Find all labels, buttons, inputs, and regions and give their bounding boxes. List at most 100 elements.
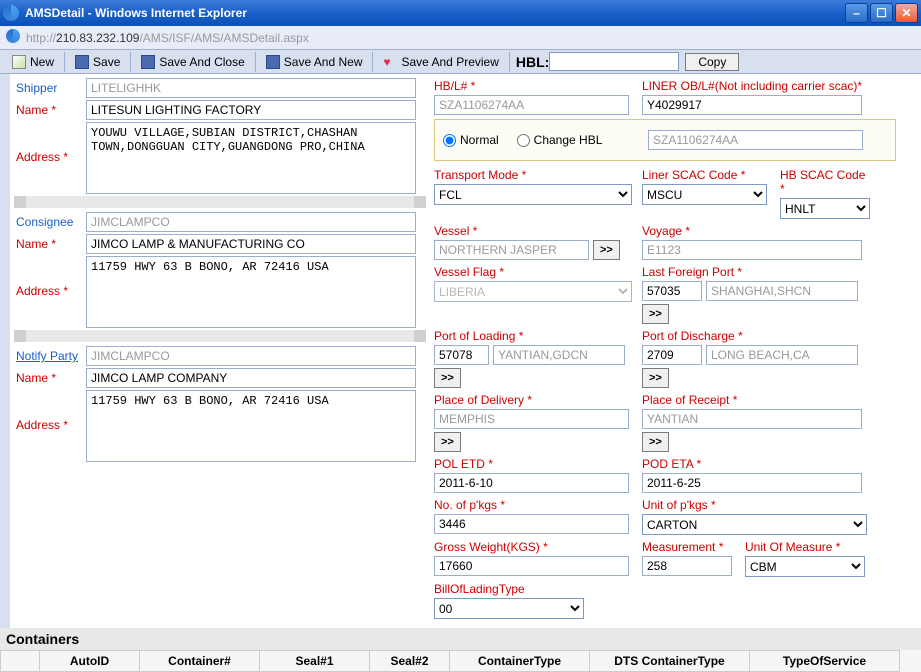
last-foreign-port-name[interactable] <box>706 281 858 301</box>
bol-type-label: BillOfLadingType <box>434 581 634 598</box>
transport-mode-select[interactable]: FCL <box>434 184 632 205</box>
hbl-change-panel: Normal Change HBL <box>434 119 896 161</box>
measurement-input[interactable] <box>642 556 732 576</box>
pod-eta-label: POD ETA * <box>642 456 896 473</box>
port-discharge-name[interactable] <box>706 345 858 365</box>
col-tos[interactable]: TypeOfService <box>750 650 900 672</box>
consignee-header: Consignee <box>14 212 86 232</box>
last-foreign-port-code[interactable] <box>642 281 702 301</box>
col-ctype[interactable]: ContainerType <box>450 650 590 672</box>
place-receipt-label: Place of Receipt * <box>642 392 896 409</box>
col-seal1[interactable]: Seal#1 <box>260 650 370 672</box>
address-bar[interactable]: http:// 210.83.232.109 /AMS/ISF/AMS/AMSD… <box>0 26 921 50</box>
save-button[interactable]: Save <box>67 53 128 71</box>
hb-scac-label: HB SCAC Code * <box>780 167 870 198</box>
last-foreign-port-label: Last Foreign Port * <box>642 264 896 281</box>
url-host: 210.83.232.109 <box>56 31 139 45</box>
vessel-go-button[interactable]: >> <box>593 240 620 260</box>
bol-type-select[interactable]: 00 <box>434 598 584 619</box>
vessel-flag-label: Vessel Flag * <box>434 264 634 281</box>
url-prefix: http:// <box>26 31 56 45</box>
save-close-icon <box>141 55 155 69</box>
voyage-input[interactable] <box>642 240 862 260</box>
liner-scac-label: Liner SCAC Code * <box>642 167 772 184</box>
containers-table-header: AutoID Container# Seal#1 Seal#2 Containe… <box>0 650 921 672</box>
liner-obl-label: LINER OB/L#(Not including carrier scac)* <box>642 78 896 95</box>
heart-icon: ♥ <box>383 55 397 69</box>
save-new-icon <box>266 55 280 69</box>
voyage-label: Voyage * <box>642 223 896 240</box>
consignee-code-input[interactable] <box>86 212 416 232</box>
place-delivery-go-button[interactable]: >> <box>434 432 461 452</box>
change-hbl-radio[interactable]: Change HBL <box>517 133 603 147</box>
port-loading-name[interactable] <box>493 345 625 365</box>
col-seal2[interactable]: Seal#2 <box>370 650 450 672</box>
pod-eta-input[interactable] <box>642 473 862 493</box>
copy-button[interactable]: Copy <box>685 53 739 71</box>
port-loading-go-button[interactable]: >> <box>434 368 461 388</box>
notify-code-input[interactable] <box>86 346 416 366</box>
shipper-code-input[interactable] <box>86 78 416 98</box>
pol-etd-label: POL ETD * <box>434 456 634 473</box>
normal-radio[interactable]: Normal <box>443 133 499 147</box>
notify-header[interactable]: Notify Party <box>14 346 86 366</box>
port-discharge-go-button[interactable]: >> <box>642 368 669 388</box>
hbl-label: HB/L# * <box>434 78 634 95</box>
ie-icon <box>3 5 19 21</box>
save-preview-button[interactable]: ♥Save And Preview <box>375 53 506 71</box>
window-titlebar: AMSDetail - Windows Internet Explorer – … <box>0 0 921 26</box>
port-loading-label: Port of Loading * <box>434 328 634 345</box>
notify-name-input[interactable] <box>86 368 416 388</box>
liner-obl-input[interactable] <box>642 95 862 115</box>
shipper-name-input[interactable] <box>86 100 416 120</box>
gross-weight-input[interactable] <box>434 556 629 576</box>
maximize-button[interactable]: ☐ <box>870 3 893 23</box>
shipper-header: Shipper <box>14 78 86 98</box>
port-loading-code[interactable] <box>434 345 489 365</box>
containers-header: Containers <box>0 628 921 650</box>
save-new-button[interactable]: Save And New <box>258 53 371 71</box>
notify-name-label: Name * <box>14 368 86 388</box>
last-foreign-port-go-button[interactable]: >> <box>642 304 669 324</box>
hbl2-input[interactable] <box>648 130 863 150</box>
col-container[interactable]: Container# <box>140 650 260 672</box>
hbl-input[interactable] <box>434 95 629 115</box>
shipper-name-label: Name * <box>14 100 86 120</box>
transport-mode-label: Transport Mode * <box>434 167 634 184</box>
col-autoid[interactable]: AutoID <box>40 650 140 672</box>
window-title: AMSDetail - Windows Internet Explorer <box>25 6 845 20</box>
save-close-button[interactable]: Save And Close <box>133 53 252 71</box>
no-pkgs-label: No. of p'kgs * <box>434 497 634 514</box>
notify-address-input[interactable]: 11759 HWY 63 B BONO, AR 72416 USA <box>86 390 416 462</box>
uom-label: Unit Of Measure * <box>745 539 896 556</box>
port-discharge-code[interactable] <box>642 345 702 365</box>
place-delivery-label: Place of Delivery * <box>434 392 634 409</box>
url-path: /AMS/ISF/AMS/AMSDetail.aspx <box>139 31 308 45</box>
hbl-search-input[interactable] <box>549 52 679 71</box>
place-receipt-go-button[interactable]: >> <box>642 432 669 452</box>
close-button[interactable]: ✕ <box>895 3 918 23</box>
consignee-address-input[interactable]: 11759 HWY 63 B BONO, AR 72416 USA <box>86 256 416 328</box>
shipper-address-label: Address * <box>14 122 86 167</box>
vessel-flag-select: LIBERIA <box>434 281 632 302</box>
section-divider <box>14 330 426 342</box>
place-receipt-input[interactable] <box>642 409 862 429</box>
shipper-address-input[interactable]: YOUWU VILLAGE,SUBIAN DISTRICT,CHASHAN TO… <box>86 122 416 194</box>
consignee-name-input[interactable] <box>86 234 416 254</box>
gross-weight-label: Gross Weight(KGS) * <box>434 539 634 556</box>
unit-pkgs-select[interactable]: CARTON <box>642 514 867 535</box>
hb-scac-select[interactable]: HNLT <box>780 198 870 219</box>
pol-etd-input[interactable] <box>434 473 629 493</box>
liner-scac-select[interactable]: MSCU <box>642 184 767 205</box>
new-button[interactable]: New <box>4 53 62 71</box>
toolbar: New Save Save And Close Save And New ♥Sa… <box>0 50 921 74</box>
section-divider <box>14 196 426 208</box>
notify-address-label: Address * <box>14 390 86 435</box>
uom-select[interactable]: CBM <box>745 556 865 577</box>
place-delivery-input[interactable] <box>434 409 629 429</box>
hbl-label: HBL: <box>516 54 549 70</box>
vessel-input[interactable] <box>434 240 589 260</box>
col-dts[interactable]: DTS ContainerType <box>590 650 750 672</box>
no-pkgs-input[interactable] <box>434 514 629 534</box>
minimize-button[interactable]: – <box>845 3 868 23</box>
